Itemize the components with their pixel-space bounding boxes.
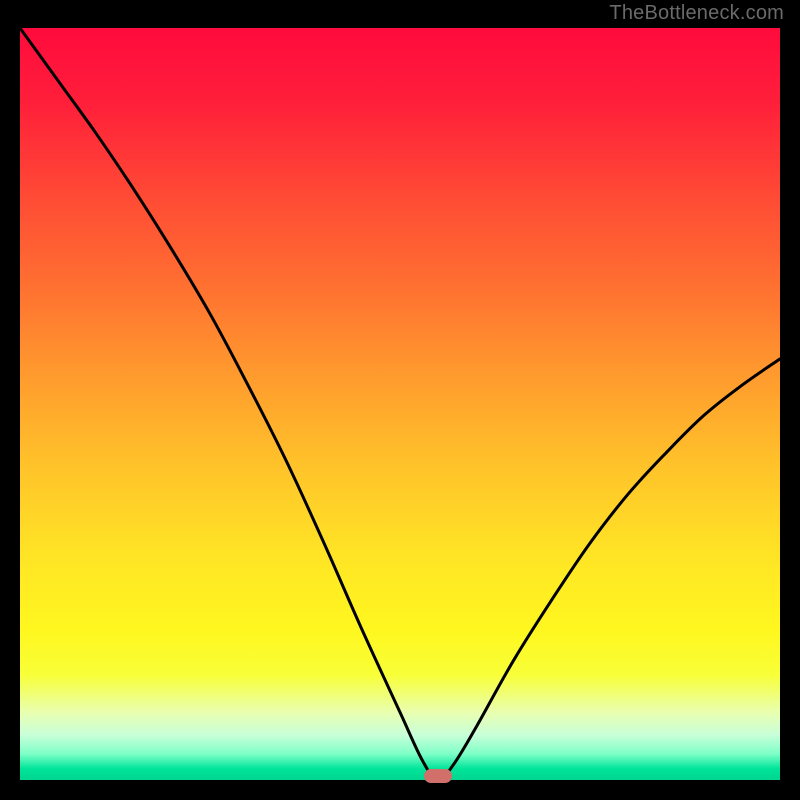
bottleneck-curve-path bbox=[20, 28, 780, 780]
optimal-marker bbox=[424, 769, 452, 783]
curve-svg bbox=[20, 28, 780, 780]
chart-frame: TheBottleneck.com bbox=[0, 0, 800, 800]
plot-area bbox=[20, 28, 780, 780]
watermark-text: TheBottleneck.com bbox=[609, 2, 784, 25]
